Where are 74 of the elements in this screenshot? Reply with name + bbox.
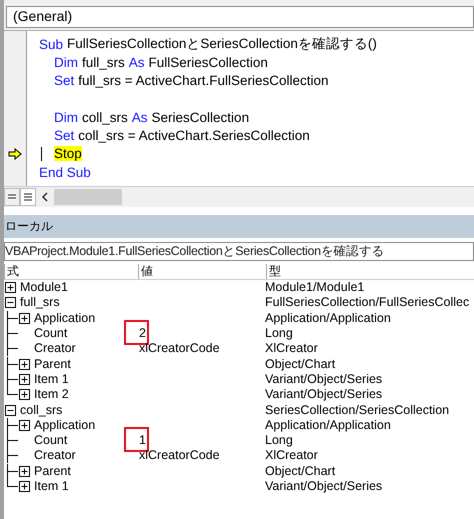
variable-type: Application/Application [265,418,391,433]
tree-connector [7,341,18,356]
expand-icon[interactable] [19,481,30,492]
variable-name: Item 2 [34,387,69,402]
chevron-left-icon [41,192,49,202]
variable-name: Parent [34,464,71,479]
scrollbar-thumb[interactable] [54,189,122,205]
code-text: coll_srs [82,110,128,125]
code-text: FullSeriesCollectionとSeriesCollectionを確認する() [67,35,377,54]
procedure-view-icon [7,193,17,201]
variable-value: 1 [138,433,146,448]
collapse-icon[interactable] [5,404,16,416]
keyword: End Sub [39,164,91,180]
keyword: Dim [54,54,78,70]
tree-connector [7,433,18,448]
variable-type: Module1/Module1 [265,280,364,296]
tree-connector [7,448,18,464]
expand-icon[interactable] [19,420,30,431]
variable-name: full_srs [20,295,60,310]
tree-connector [7,356,18,372]
expand-icon[interactable] [19,374,30,385]
variable-type: XlCreator [265,448,318,464]
expand-icon[interactable] [19,312,30,324]
variable-name: Count [34,433,68,448]
code-text: Stop [54,146,82,162]
collapse-icon[interactable] [5,297,16,308]
variable-name: Module1 [20,280,68,296]
variable-type: XlCreator [265,341,318,356]
expand-icon[interactable] [19,389,30,400]
variable-name: Item 1 [34,372,69,387]
code-text: full_srs = ActiveChart.FullSeriesCollection [78,73,328,88]
window-title: ローカル [5,218,53,235]
module-view-icon [23,192,33,202]
full-module-view-button[interactable] [20,188,36,206]
variable-type: Variant/Object/Series [265,387,382,402]
variable-type: Object/Chart [265,464,336,479]
keyword: As [128,54,145,70]
variable-type: SeriesCollection/SeriesCollection [265,402,450,418]
variable-name: Creator [34,341,76,356]
keyword: Set [54,128,74,144]
tree-connector [7,326,18,342]
variable-name: Parent [34,356,71,372]
procedure-dropdown[interactable]: (General) [6,6,474,28]
code-text: FullSeriesCollection [148,54,268,70]
variable-type: Long [265,433,293,448]
variable-type: Variant/Object/Series [265,372,382,387]
tree-connector [7,418,18,433]
expand-icon[interactable] [19,358,30,370]
variable-name: Application [34,310,96,326]
code-text: SeriesCollection [152,110,250,125]
procedure-view-button[interactable] [4,188,20,206]
keyword: As [132,110,148,125]
variable-value: xlCreatorCode [138,341,220,356]
expand-icon[interactable] [5,282,16,294]
variable-type: Long [265,326,293,342]
code-text: full_srs [82,54,125,70]
variable-type: Variant/Object/Series [265,479,382,494]
tree-connector [7,310,18,326]
variable-value: 2 [138,326,146,342]
variable-name: coll_srs [20,402,62,418]
variable-type: Object/Chart [265,356,336,372]
variable-name: Application [34,418,96,433]
variable-type: FullSeriesCollection/FullSeriesCollec [265,295,470,310]
variable-value: xlCreatorCode [138,448,220,464]
keyword: Set [54,73,74,88]
variable-name: Item 1 [34,479,69,494]
keyword: Sub [39,36,64,52]
variable-name: Count [34,326,68,342]
context-field: VBAProject.Module1.FullSeriesCollectionとSeriesCollectionを確認する [4,242,474,261]
variable-type: Application/Application [265,310,391,326]
keyword: Dim [54,110,78,125]
variable-name: Creator [34,448,76,464]
expand-icon[interactable] [19,466,30,477]
code-text: coll_srs = ActiveChart.SeriesCollection [78,128,310,144]
